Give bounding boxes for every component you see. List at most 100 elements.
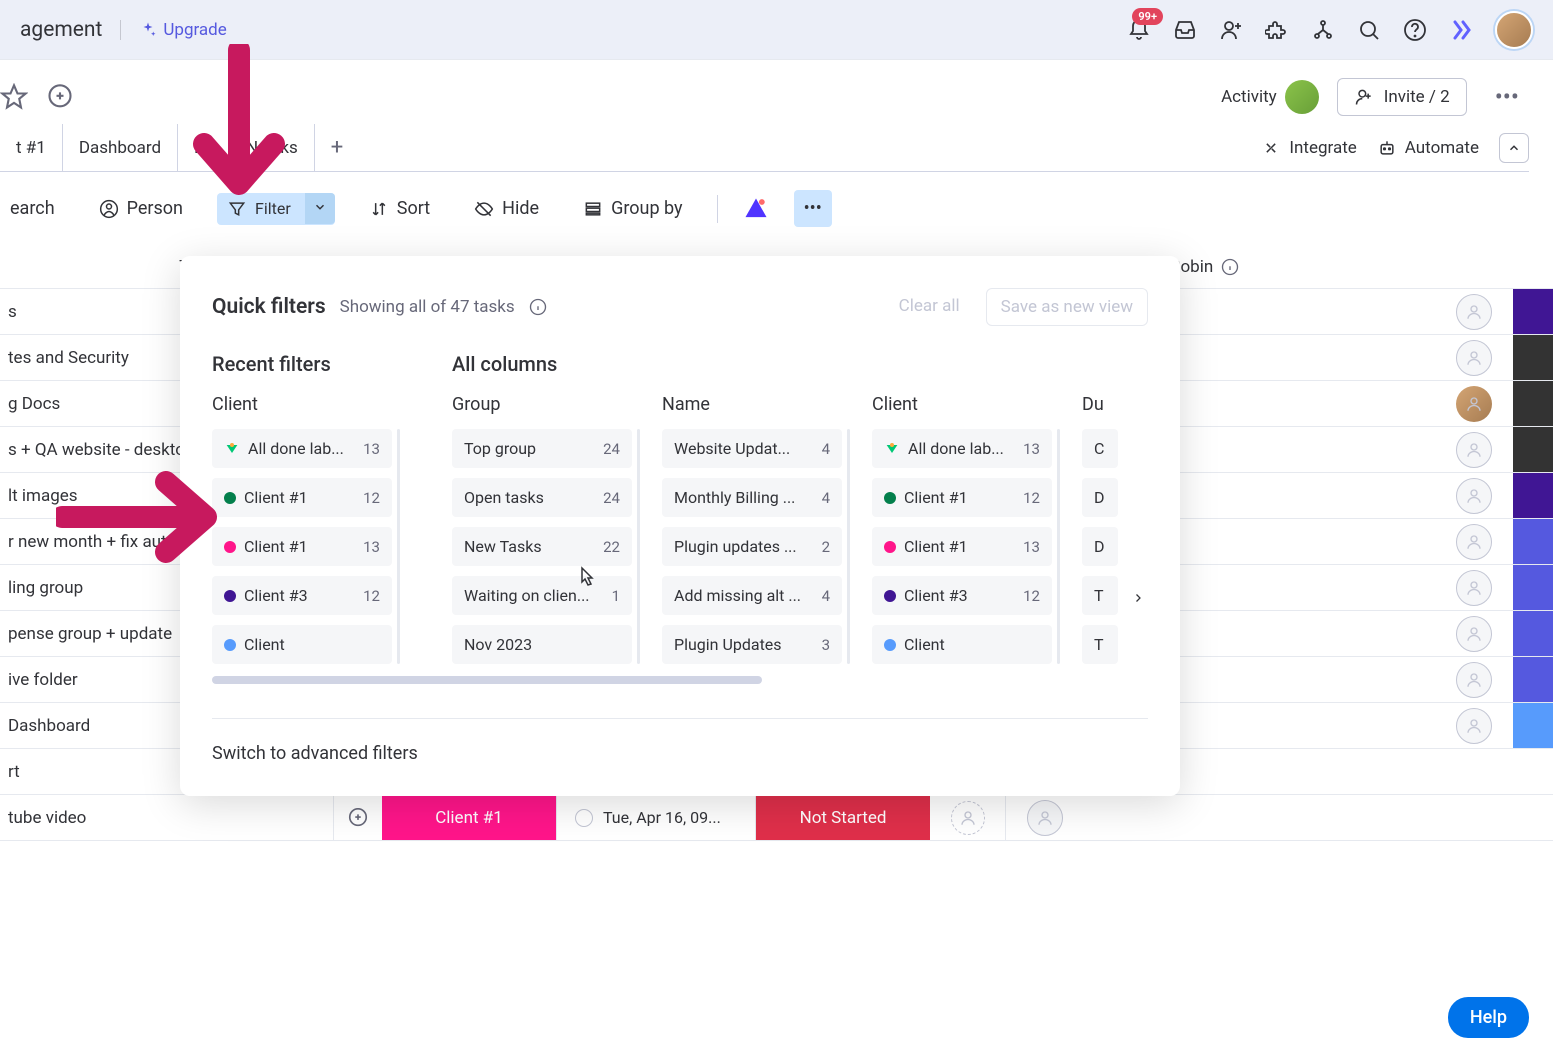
column-header-robin[interactable]: Robin (1170, 257, 1290, 277)
chip-label: Monthly Billing ... (674, 488, 814, 507)
filter-chip[interactable]: Client #112 (872, 478, 1052, 517)
status-cell[interactable]: Not Started (756, 795, 930, 840)
scroll-right-button[interactable] (1122, 582, 1154, 614)
robin-cell[interactable] (1435, 427, 1513, 472)
person-tool[interactable]: Person (89, 192, 193, 225)
robin-cell[interactable] (1435, 289, 1513, 334)
filter-chip[interactable]: Open tasks24 (452, 478, 632, 517)
robin-cell[interactable] (1435, 565, 1513, 610)
board-more-button[interactable]: ••• (1485, 79, 1529, 115)
upgrade-label: Upgrade (163, 20, 226, 40)
integrate-button[interactable]: Integrate (1261, 138, 1356, 158)
filter-chip[interactable]: Client #312 (872, 576, 1052, 615)
date-cell[interactable]: Tue, Apr 16, 09... (556, 795, 756, 840)
filter-chip[interactable]: Plugin Updates3 (662, 625, 842, 664)
tab-dashboard[interactable]: Dashboard (63, 124, 178, 171)
filter-chip[interactable]: Client #113 (872, 527, 1052, 566)
chevron-up-icon (1507, 141, 1521, 155)
help-button-top[interactable] (1403, 18, 1427, 42)
empty-person-icon (951, 801, 985, 835)
filter-chip[interactable]: Nov 2023 (452, 625, 632, 664)
groupby-tool[interactable]: Group by (573, 192, 692, 225)
robin-cell[interactable] (1435, 703, 1513, 748)
automate-button[interactable]: Automate (1377, 138, 1479, 158)
tab-form[interactable]: Fo (178, 124, 230, 171)
help-button[interactable]: Help (1448, 997, 1529, 1038)
notifications-button[interactable]: 99+ (1127, 18, 1151, 42)
inbox-button[interactable] (1173, 18, 1197, 42)
robin-cell[interactable] (1006, 795, 1084, 840)
filter-chip[interactable]: D (1082, 527, 1118, 566)
save-view-button[interactable]: Save as new view (986, 288, 1148, 326)
chip-label: Client #1 (904, 537, 1015, 556)
robin-cell[interactable] (1435, 381, 1513, 426)
filter-chip[interactable]: All done lab...13 (212, 429, 392, 468)
discussion-button[interactable] (46, 83, 74, 111)
filter-chip[interactable]: Client #113 (212, 527, 392, 566)
view-tabs: t #1 Dashboard Fo N asks + Integrate Aut… (0, 124, 1529, 172)
robin-avatar (1456, 386, 1492, 422)
filter-chip[interactable]: Monthly Billing ...4 (662, 478, 842, 517)
toolbar-more-button[interactable]: ••• (794, 190, 832, 227)
sort-tool[interactable]: Sort (359, 192, 440, 225)
chip-count: 12 (1023, 489, 1040, 507)
filter-chip[interactable]: Website Updat...4 (662, 429, 842, 468)
filter-chip[interactable]: T (1082, 625, 1118, 664)
filter-chip[interactable]: Waiting on clien...1 (452, 576, 632, 615)
filter-chip[interactable]: Add missing alt ...4 (662, 576, 842, 615)
robin-cell[interactable] (1435, 473, 1513, 518)
filter-chip[interactable]: Plugin updates ...2 (662, 527, 842, 566)
invite-button[interactable]: Invite / 2 (1337, 78, 1467, 116)
row-color-strip (1513, 611, 1553, 656)
product-logo[interactable] (1449, 18, 1473, 42)
task-row[interactable]: tube video Client #1 Tue, Apr 16, 09... … (0, 795, 1553, 841)
add-update-button[interactable] (334, 807, 382, 829)
robin-cell[interactable] (1435, 519, 1513, 564)
hide-tool[interactable]: Hide (464, 192, 549, 225)
task-name-cell[interactable]: tube video (0, 795, 334, 840)
topbar-left: agement Upgrade (20, 18, 227, 42)
robin-cell[interactable] (1435, 657, 1513, 702)
user-avatar[interactable] (1495, 11, 1533, 49)
upgrade-button[interactable]: Upgrade (120, 20, 226, 40)
invite-members-button[interactable] (1219, 18, 1243, 42)
ai-app-button[interactable] (742, 195, 770, 223)
horizontal-scrollbar[interactable] (212, 676, 762, 684)
advanced-filters-link[interactable]: Switch to advanced filters (212, 743, 1148, 764)
filter-chip[interactable]: All done lab...13 (872, 429, 1052, 468)
filter-dropdown-toggle[interactable] (305, 193, 335, 224)
row-color-strip (1513, 519, 1553, 564)
apps-button[interactable] (1265, 18, 1289, 42)
clear-filters-button[interactable]: Clear all (885, 288, 974, 326)
filter-chip[interactable]: Client (212, 625, 392, 664)
robin-cell[interactable] (1435, 335, 1513, 380)
color-dot-icon (884, 541, 896, 553)
filter-chip[interactable]: New Tasks22 (452, 527, 632, 566)
filter-chip[interactable]: Client (872, 625, 1052, 664)
collapse-header-button[interactable] (1499, 133, 1529, 163)
teams-button[interactable] (1311, 18, 1335, 42)
add-view-button[interactable]: + (315, 135, 359, 160)
client-cell[interactable]: Client #1 (382, 795, 556, 840)
search-button[interactable] (1357, 18, 1381, 42)
popup-header: Quick filters Showing all of 47 tasks Cl… (212, 288, 1148, 326)
activity-button[interactable]: Activity (1221, 80, 1319, 114)
filter-col-du: Du (1082, 394, 1122, 415)
filter-chip[interactable]: Top group24 (452, 429, 632, 468)
search-tool[interactable]: earch (0, 192, 65, 225)
robin-cell[interactable] (1435, 611, 1513, 656)
filter-tool[interactable]: Filter (217, 193, 335, 225)
tab-main[interactable]: t #1 (0, 124, 63, 171)
tab-tasks[interactable]: N asks (230, 124, 315, 171)
info-icon[interactable] (1221, 258, 1239, 276)
person-cell[interactable] (930, 795, 1006, 840)
info-icon[interactable] (529, 298, 547, 316)
robin-avatar (1456, 570, 1492, 606)
filter-chip[interactable]: Client #112 (212, 478, 392, 517)
filter-chip[interactable]: Client #312 (212, 576, 392, 615)
filter-chip[interactable]: D (1082, 478, 1118, 517)
date-radio[interactable] (575, 809, 593, 827)
filter-chip[interactable]: T (1082, 576, 1118, 615)
filter-chip[interactable]: C (1082, 429, 1118, 468)
favorite-button[interactable] (0, 83, 28, 111)
